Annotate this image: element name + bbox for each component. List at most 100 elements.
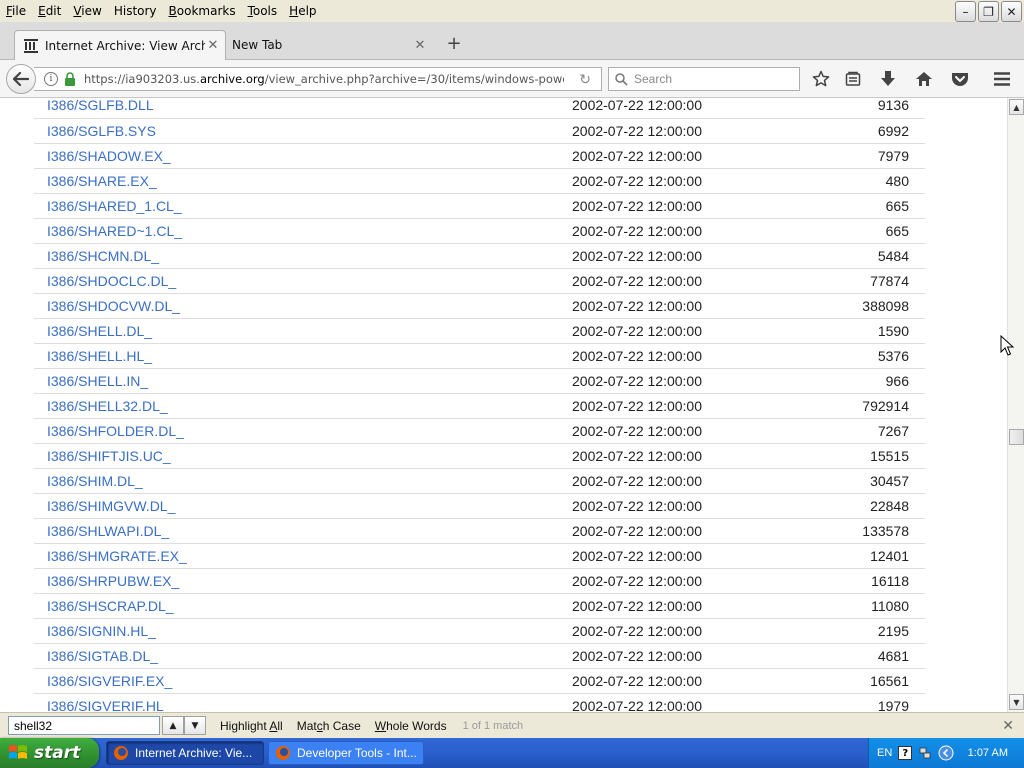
file-size: 480 [885, 172, 909, 189]
back-button[interactable] [6, 64, 36, 94]
file-size: 5484 [877, 247, 909, 264]
tray-expand-icon[interactable] [938, 745, 954, 761]
network-icon[interactable] [918, 746, 932, 760]
lock-icon[interactable] [64, 72, 76, 86]
file-name-cell: I386/SHARE.EX_ [34, 168, 572, 193]
file-row: I386/SGLFB.DLL 2002-07-22 12:00:00 9136 [34, 98, 925, 118]
file-link[interactable]: I386/SHLWAPI.DL_ [47, 523, 169, 539]
restore-button[interactable]: ❐ [978, 1, 999, 22]
find-input[interactable] [8, 716, 160, 735]
menu-file[interactable]: File [0, 0, 32, 22]
search-box[interactable] [608, 67, 800, 91]
file-link[interactable]: I386/SHADOW.EX_ [47, 148, 171, 164]
vertical-scrollbar[interactable]: ▲ ▼ [1007, 98, 1024, 712]
whole-words-button[interactable]: Whole Words [375, 719, 447, 733]
windows-logo-icon [9, 745, 27, 759]
system-tray: EN ? 1:07 AM [868, 738, 1024, 768]
file-date: 2002-07-22 12:00:00 [572, 172, 702, 189]
file-size: 665 [885, 222, 909, 239]
url-text[interactable]: https://ia903203.us.archive.org/view_arc… [84, 72, 564, 86]
tab-internet-archive[interactable]: Internet Archive: View Archive ✕ [14, 30, 226, 60]
file-row: I386/SHFOLDER.DL_ 2002-07-22 12:00:00 7267 [34, 418, 925, 443]
file-name-cell: I386/SHMGRATE.EX_ [34, 543, 572, 568]
help-icon[interactable]: ? [898, 746, 913, 760]
file-name-cell: I386/SIGVERIF.EX_ [34, 668, 572, 693]
file-link[interactable]: I386/SHELL.DL_ [47, 323, 152, 339]
minimize-button[interactable]: – [955, 1, 976, 22]
file-date: 2002-07-22 12:00:00 [572, 222, 702, 239]
info-icon[interactable]: i [44, 72, 58, 86]
menu-tools[interactable]: Tools [242, 0, 284, 22]
file-link[interactable]: I386/SHFOLDER.DL_ [47, 423, 184, 439]
file-link[interactable]: I386/SIGTAB.DL_ [47, 648, 158, 664]
file-link[interactable]: I386/SHSCRAP.DL_ [47, 598, 174, 614]
find-previous-icon[interactable]: ▲ [162, 716, 184, 735]
scrollbar-thumb[interactable] [1009, 429, 1024, 445]
menu-hamburger-icon[interactable] [992, 69, 1012, 89]
match-case-button[interactable]: Match Case [297, 719, 361, 733]
file-name-cell: I386/SHELL32.DL_ [34, 393, 572, 418]
search-input[interactable] [634, 72, 794, 86]
home-icon[interactable] [914, 69, 934, 89]
find-status: 1 of 1 match [462, 719, 524, 732]
file-link[interactable]: I386/SHELL.IN_ [47, 373, 148, 389]
menu-help[interactable]: Help [283, 0, 322, 22]
file-link[interactable]: I386/SIGVERIF.EX_ [47, 673, 172, 689]
file-date: 2002-07-22 12:00:00 [572, 697, 702, 713]
file-link[interactable]: I386/SIGNIN.HL_ [47, 623, 156, 639]
close-tab-icon[interactable]: ✕ [412, 38, 428, 53]
bookmark-star-icon[interactable] [811, 69, 831, 89]
file-link[interactable]: I386/SGLFB.SYS [47, 123, 156, 139]
start-button[interactable]: start [0, 738, 99, 768]
file-name-cell: I386/SHADOW.EX_ [34, 143, 572, 168]
tab-new-tab[interactable]: New Tab ✕ [226, 30, 432, 60]
scroll-down-icon[interactable]: ▼ [1009, 694, 1024, 710]
file-link[interactable]: I386/SGLFB.DLL [47, 98, 154, 113]
language-indicator[interactable]: EN [877, 747, 892, 759]
menu-edit[interactable]: Edit [32, 0, 67, 22]
find-close-icon[interactable]: ✕ [1002, 718, 1014, 734]
file-size: 15515 [870, 447, 909, 464]
file-link[interactable]: I386/SHARED~1.CL_ [47, 223, 182, 239]
file-link[interactable]: I386/SIGVERIF.HL_ [47, 698, 172, 713]
new-tab-button[interactable]: + [444, 34, 464, 54]
menu-history[interactable]: History [108, 0, 163, 22]
menu-bar: File Edit View History Bookmarks Tools H… [0, 0, 1024, 22]
file-link[interactable]: I386/SHIFTJIS.UC_ [47, 448, 171, 464]
close-window-button[interactable]: ✕ [1001, 1, 1022, 22]
file-link[interactable]: I386/SHCMN.DL_ [47, 248, 159, 264]
file-link[interactable]: I386/SHDOCVW.DL_ [47, 298, 180, 314]
file-row: I386/SHLWAPI.DL_ 2002-07-22 12:00:00 13357… [34, 518, 925, 543]
file-link[interactable]: I386/SHIMGVW.DL_ [47, 498, 175, 514]
close-tab-icon[interactable]: ✕ [205, 38, 221, 53]
file-link[interactable]: I386/SHDOCLC.DL_ [47, 273, 176, 289]
scroll-up-icon[interactable]: ▲ [1009, 99, 1024, 115]
file-link[interactable]: I386/SHMGRATE.EX_ [47, 548, 187, 564]
file-link[interactable]: I386/SHARE.EX_ [47, 173, 157, 189]
taskbar-item-internet-archive[interactable]: Internet Archive: Vie... [106, 741, 264, 765]
file-row: I386/SHIM.DL_ 2002-07-22 12:00:00 30457 [34, 468, 925, 493]
pocket-icon[interactable] [950, 69, 970, 89]
download-icon[interactable] [878, 69, 898, 89]
file-link[interactable]: I386/SHRPUBW.EX_ [47, 573, 179, 589]
archive-icon [23, 38, 39, 54]
file-size: 966 [885, 372, 909, 389]
file-link[interactable]: I386/SHELL32.DL_ [47, 398, 168, 414]
find-next-icon[interactable]: ▼ [184, 716, 206, 735]
file-link[interactable]: I386/SHARED_1.CL_ [47, 198, 182, 214]
file-link[interactable]: I386/SHELL.HL_ [47, 348, 152, 364]
menu-view[interactable]: View [67, 0, 107, 22]
file-size: 1979 [877, 697, 909, 713]
taskbar-item-developer-tools[interactable]: Developer Tools - Int... [268, 741, 424, 765]
reload-icon[interactable]: ↻ [579, 72, 591, 88]
highlight-all-button[interactable]: Highlight All [220, 719, 283, 733]
file-size: 665 [885, 197, 909, 214]
reading-list-icon[interactable] [843, 69, 863, 89]
file-date: 2002-07-22 12:00:00 [572, 522, 702, 539]
url-bar[interactable]: i https://ia903203.us.archive.org/view_a… [34, 67, 602, 91]
file-link[interactable]: I386/SHIM.DL_ [47, 473, 143, 489]
menu-bookmarks[interactable]: Bookmarks [163, 0, 242, 22]
file-name-cell: I386/SHIM.DL_ [34, 468, 572, 493]
file-name-cell: I386/SHLWAPI.DL_ [34, 518, 572, 543]
file-name-cell: I386/SHIFTJIS.UC_ [34, 443, 572, 468]
